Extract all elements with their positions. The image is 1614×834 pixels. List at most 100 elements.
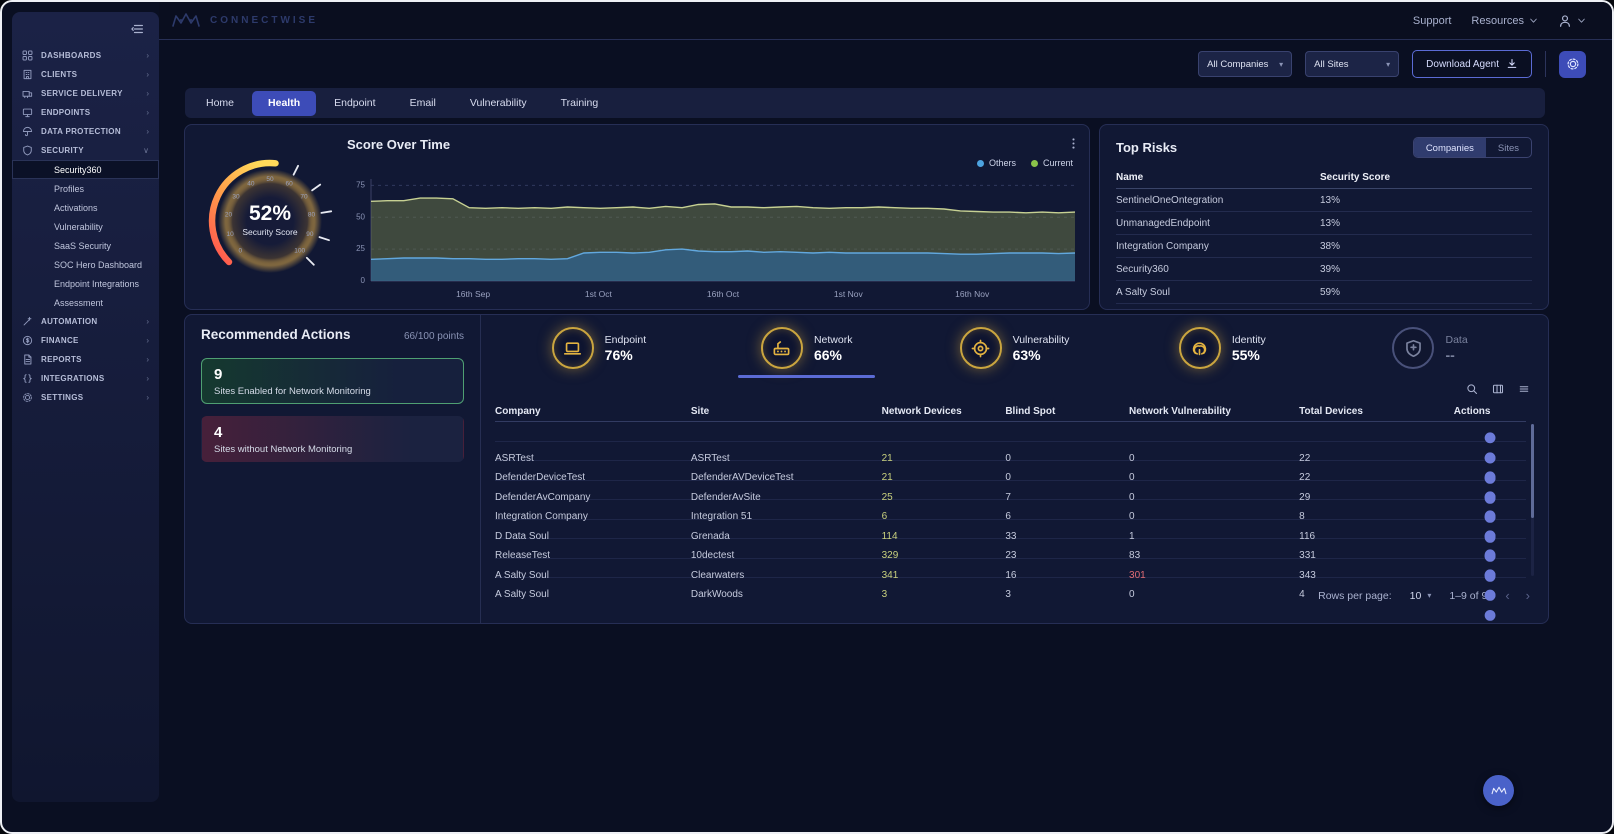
sidebar-item-service-delivery[interactable]: SERVICE DELIVERY › bbox=[12, 84, 159, 103]
sidebar-item-endpoints[interactable]: ENDPOINTS › bbox=[12, 103, 159, 122]
tab-vulnerability[interactable]: Vulnerability bbox=[454, 91, 543, 116]
target-icon bbox=[971, 339, 990, 358]
tab-training[interactable]: Training bbox=[545, 91, 615, 116]
sidebar-subitem-saas-security[interactable]: SaaS Security bbox=[12, 236, 159, 255]
next-page-button[interactable]: › bbox=[1526, 588, 1530, 603]
points-badge: 66/100 points bbox=[404, 331, 464, 342]
metric-ring bbox=[552, 327, 594, 369]
sidebar-subitem-security360[interactable]: Security360 bbox=[12, 160, 159, 179]
tab-email[interactable]: Email bbox=[394, 91, 452, 116]
cell-network-devices: 6 bbox=[882, 511, 1006, 522]
cell-company: A Salty Soul bbox=[495, 589, 691, 600]
metric-ring bbox=[761, 327, 803, 369]
columns-icon[interactable] bbox=[1492, 383, 1504, 395]
resources-menu[interactable]: Resources bbox=[1471, 15, 1538, 27]
action-card-danger[interactable]: 4 Sites without Network Monitoring bbox=[201, 416, 464, 462]
sidebar-item-dashboards[interactable]: DASHBOARDS › bbox=[12, 46, 159, 65]
companies-select[interactable]: All Companies▾ bbox=[1198, 51, 1292, 77]
tab-health[interactable]: Health bbox=[252, 91, 316, 116]
cell-company: A Salty Soul bbox=[495, 570, 691, 581]
settings-button[interactable] bbox=[1559, 51, 1586, 78]
laptop-icon bbox=[563, 339, 582, 358]
action-card-success[interactable]: 9 Sites Enabled for Network Monitoring bbox=[201, 358, 464, 404]
cell-site: Clearwaters bbox=[691, 570, 882, 581]
sidebar-item-finance[interactable]: FINANCE › bbox=[12, 331, 159, 350]
risk-name: Integration Company bbox=[1116, 241, 1320, 252]
sites-select[interactable]: All Sites▾ bbox=[1305, 51, 1399, 77]
top-bar-right: Support Resources bbox=[1413, 14, 1586, 28]
chevron-down-icon: ∨ bbox=[143, 146, 149, 155]
collapse-sidebar-icon[interactable] bbox=[131, 22, 145, 36]
cell-company: D Data Soul bbox=[495, 531, 691, 542]
metric-tab-network[interactable]: Network 66% bbox=[703, 319, 911, 377]
cell-site: Integration 51 bbox=[691, 511, 882, 522]
table-row[interactable]: ASRTest ASRTest 21 0 0 22 bbox=[495, 422, 1526, 442]
metric-tab-data[interactable]: Data -- bbox=[1326, 319, 1534, 377]
sidebar-item-security[interactable]: SECURITY ∨ bbox=[12, 141, 159, 160]
user-menu[interactable] bbox=[1558, 14, 1586, 28]
svg-text:90: 90 bbox=[306, 231, 314, 238]
sidebar-item-settings[interactable]: SETTINGS › bbox=[12, 388, 159, 407]
metric-tab-vulnerability[interactable]: Vulnerability 63% bbox=[911, 319, 1119, 377]
chevron-right-icon: › bbox=[146, 89, 149, 98]
cell-total-devices: 29 bbox=[1299, 492, 1454, 503]
grid-icon bbox=[22, 50, 33, 61]
download-agent-button[interactable]: Download Agent bbox=[1412, 50, 1532, 78]
sidebar-subitem-profiles[interactable]: Profiles bbox=[12, 179, 159, 198]
sidebar-nav: DASHBOARDS › CLIENTS › SERVICE DELIVERY … bbox=[12, 46, 159, 407]
sidebar-subitem-soc-hero-dashboard[interactable]: SOC Hero Dashboard bbox=[12, 255, 159, 274]
metric-tab-identity[interactable]: Identity 55% bbox=[1118, 319, 1326, 377]
risk-score: 38% bbox=[1320, 241, 1532, 252]
connectwise-assistant-button[interactable] bbox=[1483, 775, 1514, 806]
support-link[interactable]: Support bbox=[1413, 15, 1452, 27]
cell-company: ASRTest bbox=[495, 453, 691, 464]
clients-icon bbox=[22, 69, 33, 80]
sidebar-subitem-activations[interactable]: Activations bbox=[12, 198, 159, 217]
chevron-down-icon bbox=[1577, 16, 1586, 25]
card-menu-button[interactable] bbox=[1067, 136, 1080, 151]
metric-tab-endpoint[interactable]: Endpoint 76% bbox=[495, 319, 703, 377]
score-chart: 025507516th Sep1st Oct16th Oct1st Nov16t… bbox=[345, 171, 1081, 305]
top-risk-row[interactable]: SentinelOneOntegration 13% bbox=[1116, 189, 1532, 212]
sidebar-subitem-vulnerability[interactable]: Vulnerability bbox=[12, 217, 159, 236]
top-risk-row[interactable]: UnmanagedEndpoint 13% bbox=[1116, 212, 1532, 235]
sidebar-item-data-protection[interactable]: DATA PROTECTION › bbox=[12, 122, 159, 141]
network-table: CompanySiteNetwork DevicesBlind SpotNetw… bbox=[495, 401, 1534, 578]
sidebar-item-integrations[interactable]: INTEGRATIONS › bbox=[12, 369, 159, 388]
sidebar-item-reports[interactable]: REPORTS › bbox=[12, 350, 159, 369]
cell-network-vulnerability: 83 bbox=[1129, 550, 1299, 561]
svg-text:75: 75 bbox=[356, 181, 365, 190]
row-actions-button[interactable] bbox=[1454, 559, 1526, 631]
cell-blind-spot: 7 bbox=[1005, 492, 1129, 503]
cell-site: DefenderAVDeviceTest bbox=[691, 472, 882, 483]
top-risk-row[interactable]: Integration Company 38% bbox=[1116, 235, 1532, 258]
scrollbar-thumb[interactable] bbox=[1531, 424, 1534, 518]
sidebar-item-automation[interactable]: AUTOMATION › bbox=[12, 312, 159, 331]
cell-network-devices: 114 bbox=[882, 531, 1006, 542]
gear-icon bbox=[22, 392, 33, 403]
top-risk-row[interactable]: Security360 39% bbox=[1116, 258, 1532, 281]
density-icon[interactable] bbox=[1518, 383, 1530, 395]
top-risk-row[interactable]: A Salty Soul 59% bbox=[1116, 281, 1532, 304]
cell-total-devices: 331 bbox=[1299, 550, 1454, 561]
cell-site: Grenada bbox=[691, 531, 882, 542]
svg-text:40: 40 bbox=[247, 181, 255, 188]
toggle-sites[interactable]: Sites bbox=[1486, 138, 1531, 157]
connectwise-mark-icon bbox=[1491, 785, 1507, 797]
search-icon[interactable] bbox=[1466, 383, 1478, 395]
toggle-companies[interactable]: Companies bbox=[1414, 138, 1486, 157]
sidebar-subitem-endpoint-integrations[interactable]: Endpoint Integrations bbox=[12, 274, 159, 293]
chevron-right-icon: › bbox=[146, 127, 149, 136]
brand-wordmark: CONNECTWISE bbox=[210, 15, 318, 26]
sidebar-item-clients[interactable]: CLIENTS › bbox=[12, 65, 159, 84]
sidebar-subitem-assessment[interactable]: Assessment bbox=[12, 293, 159, 312]
gear-icon bbox=[1566, 57, 1580, 71]
cell-network-devices: 25 bbox=[882, 492, 1006, 503]
chevron-down-icon bbox=[1529, 16, 1538, 25]
svg-text:16th Sep: 16th Sep bbox=[456, 289, 490, 299]
risk-score: 13% bbox=[1320, 218, 1532, 229]
security-score-gauge: 010203040506070809010052%Security Score bbox=[193, 137, 348, 297]
chevron-right-icon: › bbox=[146, 70, 149, 79]
tab-endpoint[interactable]: Endpoint bbox=[318, 91, 391, 116]
tab-home[interactable]: Home bbox=[190, 91, 250, 116]
